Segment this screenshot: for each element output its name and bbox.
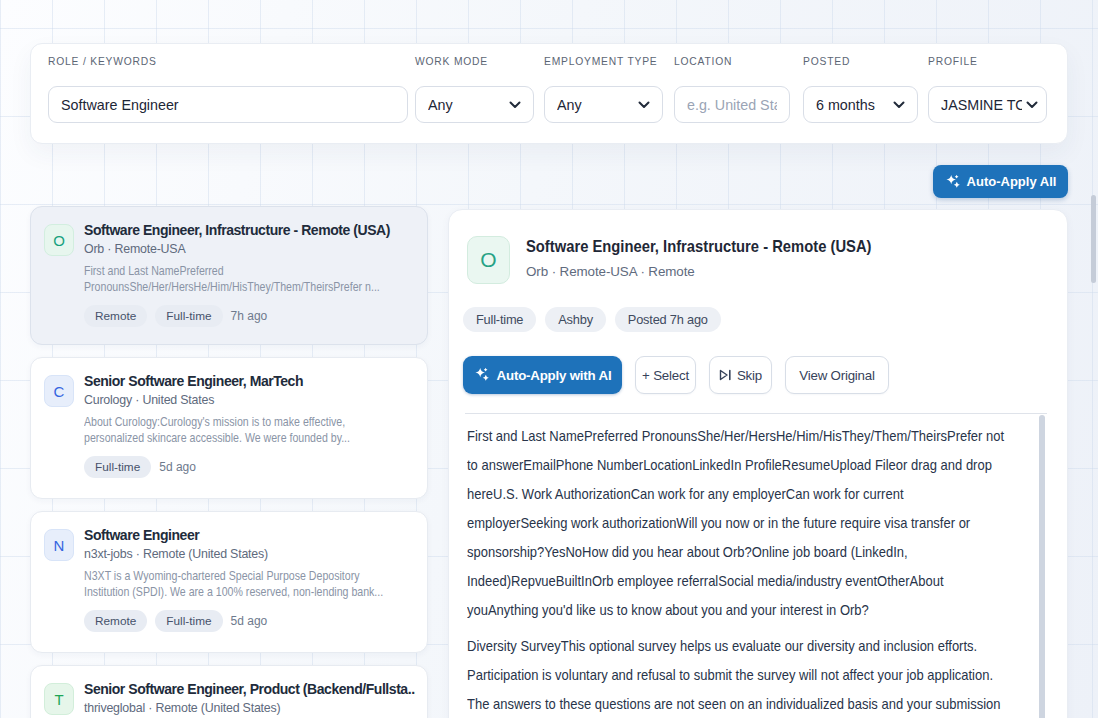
sparkles-icon [945,174,961,190]
auto-apply-with-ai-button[interactable]: Auto-Apply with AI [463,356,622,394]
badge-remote: Remote [84,305,147,327]
page-scrollbar-thumb[interactable] [1091,195,1096,283]
view-original-button[interactable]: View Original [785,356,889,394]
chevron-down-icon [1026,101,1038,109]
badge-fulltime: Full-time [155,610,222,632]
job-card[interactable]: O Software Engineer, Infrastructure - Re… [30,206,428,345]
posted-time: 7h ago [231,309,268,323]
job-title: Software Engineer, Infrastructure - Remo… [84,222,415,238]
company-avatar: O [44,224,74,256]
badge-remote: Remote [84,610,147,632]
badge-source: Ashby [545,307,606,332]
application-form-text: First and Last NamePreferred PronounsShe… [467,422,1037,718]
job-description: N3XT is a Wyoming-chartered Special Purp… [84,569,418,600]
role-keywords-label: ROLE / KEYWORDS [48,56,157,67]
sparkles-icon [474,367,490,383]
job-company: Orb · Remote-USA [84,242,415,256]
location-input[interactable] [674,86,790,123]
role-keywords-input[interactable] [48,86,408,123]
badge-fulltime: Full-time [463,307,536,332]
skip-button[interactable]: Skip [709,356,772,394]
location-label: LOCATION [674,56,732,67]
job-title: Senior Software Engineer, Product (Backe… [84,681,415,697]
employment-type-select[interactable]: Any [544,86,663,123]
divider [465,413,1047,414]
job-company: Curology · United States [84,393,415,407]
chevron-down-icon [893,101,905,109]
text-scrollbar[interactable] [1039,415,1045,718]
job-card[interactable]: T Senior Software Engineer, Product (Bac… [30,665,428,718]
job-description: About Curology:Curology's mission is to … [84,415,418,446]
job-title: Software Engineer [84,527,415,543]
detail-job-title: Software Engineer, Infrastructure - Remo… [526,237,871,257]
badge-fulltime: Full-time [155,305,222,327]
auto-apply-all-button[interactable]: Auto-Apply All [933,165,1068,198]
badge-fulltime: Full-time [84,456,151,478]
employment-type-label: EMPLOYMENT TYPE [544,56,657,67]
job-card[interactable]: C Senior Software Engineer, MarTech Curo… [30,357,428,499]
job-description: First and Last NamePreferred PronounsShe… [84,264,418,295]
posted-label: POSTED [803,56,850,67]
company-avatar: C [44,375,74,407]
badge-posted: Posted 7h ago [615,307,721,332]
job-card[interactable]: N Software Engineer n3xt-jobs · Remote (… [30,511,428,653]
profile-select[interactable]: JASMINE TO [928,86,1047,123]
profile-label: PROFILE [928,56,978,67]
job-company: n3xt-jobs · Remote (United States) [84,547,415,561]
company-avatar: T [44,683,74,715]
job-company: thriveglobal · Remote (United States) [84,701,415,715]
posted-time: 5d ago [159,460,196,474]
company-avatar: N [44,529,74,561]
filter-bar: ROLE / KEYWORDS WORK MODE Any EMPLOYMENT… [30,43,1068,144]
work-mode-label: WORK MODE [415,56,488,67]
select-button[interactable]: + Select [635,356,696,394]
posted-time: 5d ago [231,614,268,628]
skip-icon [719,369,732,381]
job-title: Senior Software Engineer, MarTech [84,373,415,389]
posted-select[interactable]: 6 months [803,86,918,123]
company-avatar: O [467,236,510,284]
chevron-down-icon [638,101,650,109]
work-mode-select[interactable]: Any [415,86,534,123]
detail-job-company: Orb · Remote-USA · Remote [526,264,695,279]
chevron-down-icon [509,101,521,109]
job-detail-panel: O Software Engineer, Infrastructure - Re… [448,209,1068,718]
